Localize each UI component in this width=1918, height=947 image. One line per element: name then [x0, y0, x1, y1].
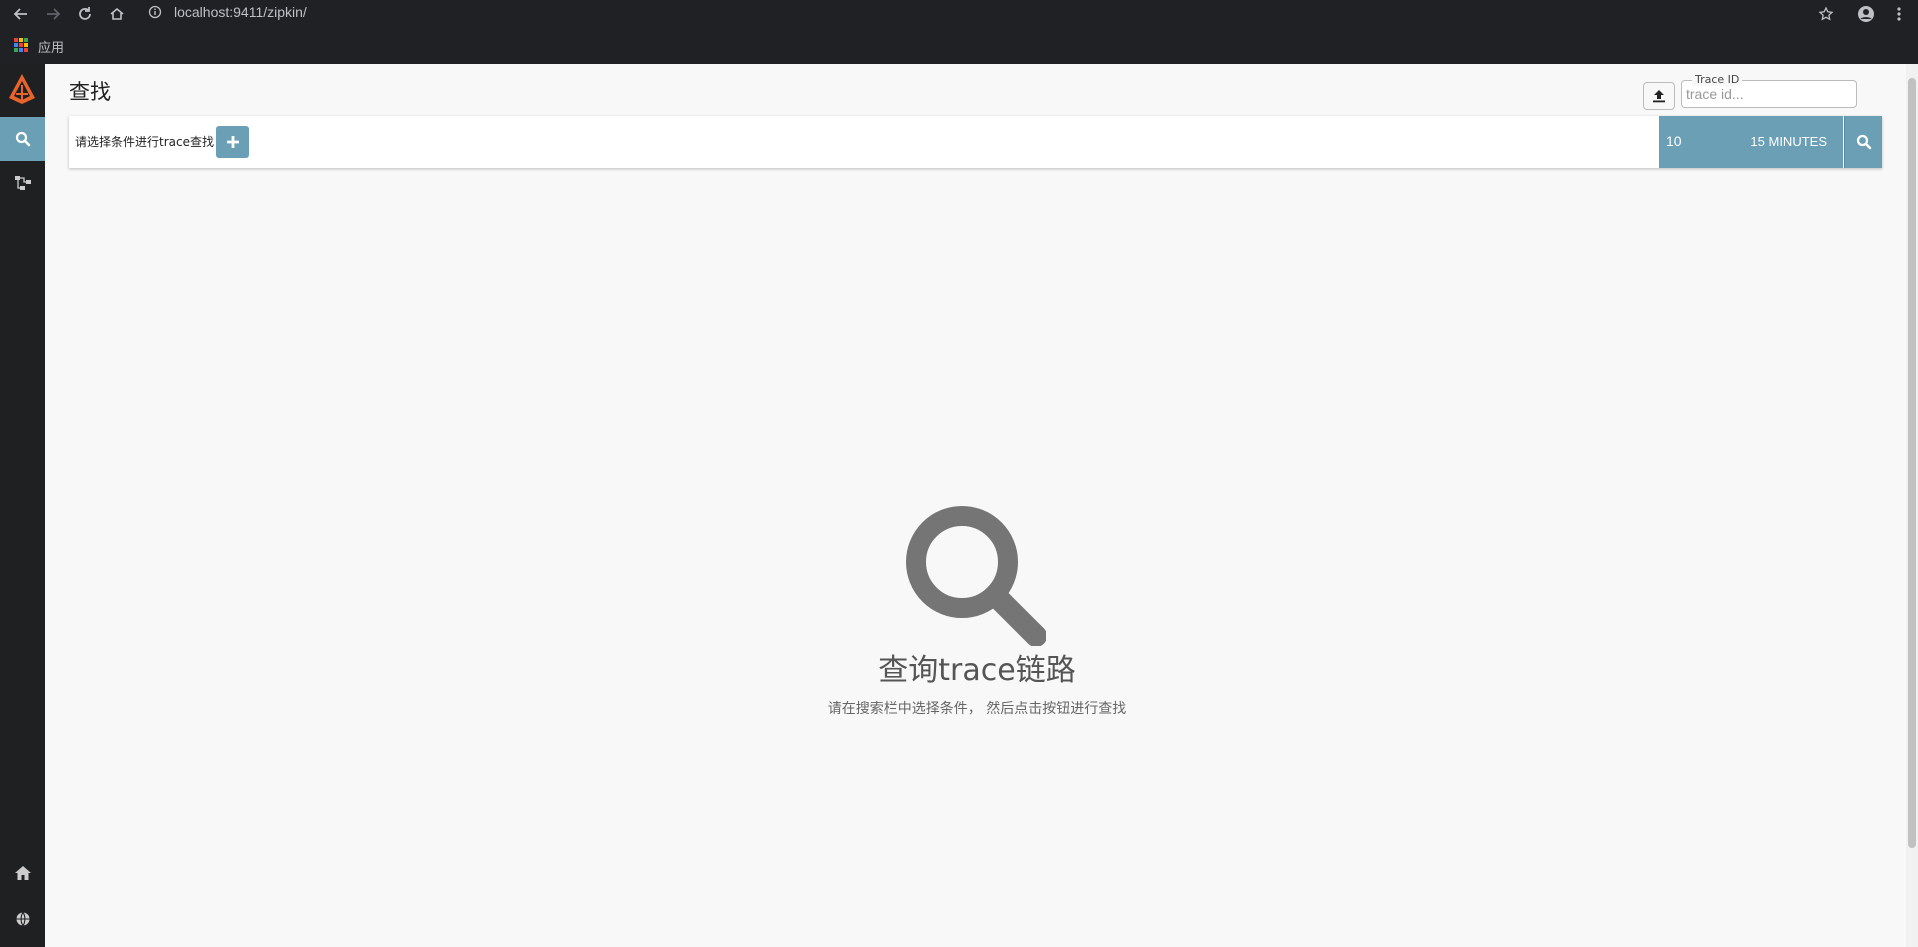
info-icon[interactable]: [148, 4, 162, 23]
reload-button[interactable]: [74, 3, 96, 25]
sidebar-item-dependencies[interactable]: [0, 161, 45, 205]
sidebar-item-language[interactable]: [0, 897, 45, 941]
add-criteria-button[interactable]: [216, 126, 249, 158]
trace-id-input[interactable]: [1686, 85, 1852, 103]
profile-button[interactable]: [1855, 3, 1877, 25]
account-circle-icon: [1858, 6, 1874, 22]
scrollbar-thumb[interactable]: [1908, 78, 1916, 848]
scrollbar[interactable]: [1906, 64, 1918, 947]
page-title: 查找: [69, 80, 111, 104]
trace-id-label: Trace ID: [1692, 73, 1743, 86]
browser-menu-button[interactable]: [1888, 3, 1910, 25]
house-icon: [110, 7, 124, 20]
run-search-button[interactable]: [1844, 116, 1882, 168]
plus-icon: [226, 136, 239, 148]
magnifier-icon: [904, 504, 1047, 650]
more-vert-icon: [1897, 7, 1901, 21]
search-icon: [1856, 134, 1871, 150]
zipkin-logo[interactable]: [7, 72, 37, 106]
arrow-left-icon: [13, 8, 27, 20]
search-prompt: 请选择条件进行trace查找: [75, 135, 214, 149]
upload-icon: [1653, 90, 1665, 103]
home-button[interactable]: [106, 3, 128, 25]
bookmark-star-button[interactable]: [1815, 3, 1837, 25]
upload-json-button[interactable]: [1643, 82, 1675, 110]
sidebar-item-search[interactable]: [0, 117, 45, 161]
sidebar: [0, 64, 45, 947]
reload-icon: [79, 7, 91, 20]
address-bar[interactable]: localhost:9411/zipkin/: [174, 4, 307, 20]
forward-button[interactable]: [42, 3, 64, 25]
limit-value: 10: [1666, 133, 1682, 149]
star-icon: [1818, 6, 1834, 21]
empty-state-title: 查询trace链路: [878, 653, 1076, 688]
apps-bookmark-label[interactable]: 应用: [38, 37, 64, 56]
sidebar-item-home[interactable]: [0, 851, 45, 895]
bookmarks-bar: 应用: [0, 27, 1918, 64]
back-button[interactable]: [10, 3, 32, 25]
lookback-value: 15 MINUTES: [1750, 134, 1827, 149]
home-icon: [14, 866, 31, 880]
search-settings-button[interactable]: 10 15 MINUTES: [1659, 116, 1843, 168]
search-bar: 请选择条件进行trace查找 10 15 MINUTES: [69, 116, 1882, 168]
search-icon: [15, 131, 30, 147]
apps-grid-icon[interactable]: [14, 38, 28, 52]
arrow-right-icon: [47, 8, 61, 20]
empty-state-subtitle: 请在搜索栏中选择条件， 然后点击按钮进行查找: [827, 701, 1127, 717]
browser-toolbar: localhost:9411/zipkin/: [0, 0, 1918, 27]
dependencies-icon: [14, 176, 31, 190]
globe-icon: [16, 912, 29, 926]
